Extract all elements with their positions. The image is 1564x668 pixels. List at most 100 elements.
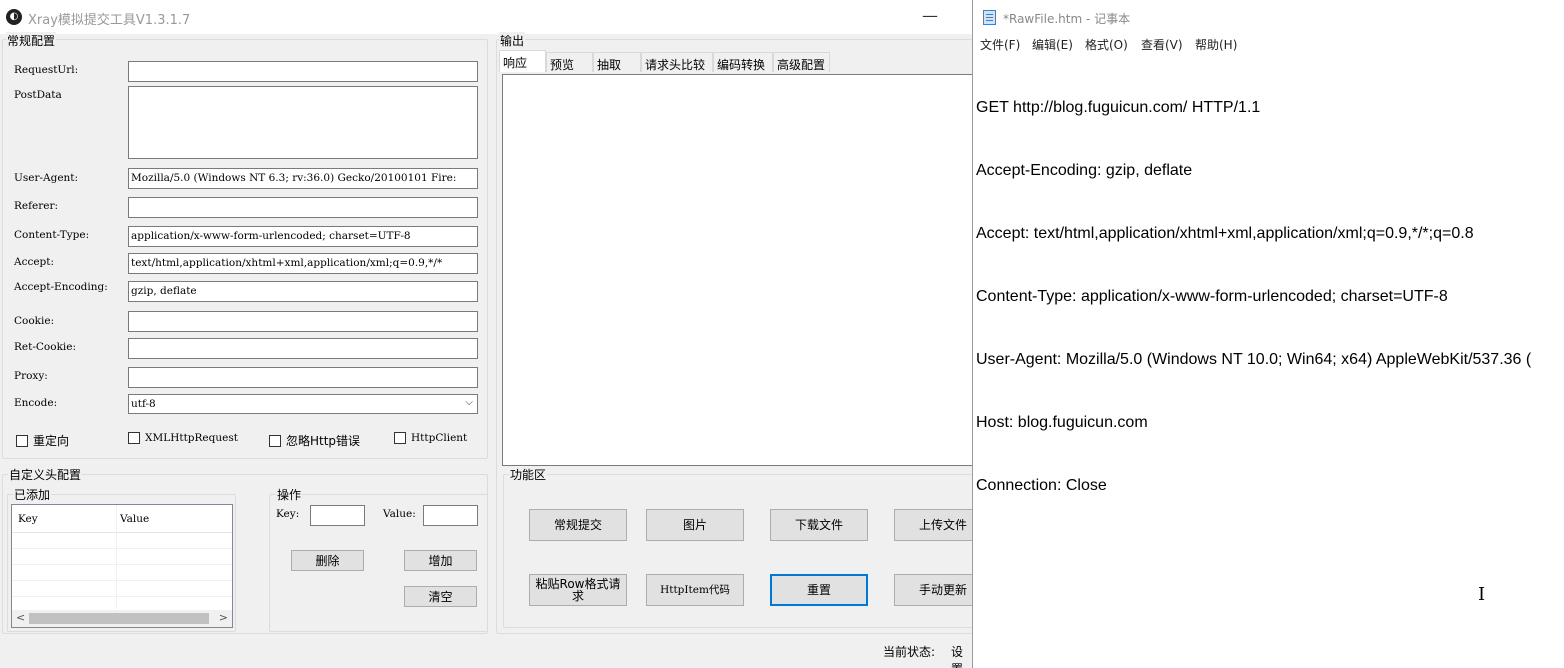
- reset-button[interactable]: 重置: [770, 574, 868, 606]
- status-value: 设置: [951, 645, 964, 668]
- response-output-textarea[interactable]: [502, 74, 972, 466]
- scroll-right-icon[interactable]: >: [219, 611, 228, 624]
- clear-button[interactable]: 清空: [404, 586, 477, 607]
- encode-label: Encode:: [14, 397, 58, 409]
- tab-preview[interactable]: 预览: [546, 52, 593, 72]
- ret-cookie-label: Ret-Cookie:: [14, 341, 77, 353]
- editor-line: Connection: Close: [976, 477, 1107, 494]
- httpclient-checkbox-label: HttpClient: [411, 432, 468, 444]
- status-label: 当前状态:: [883, 645, 936, 659]
- add-button[interactable]: 增加: [404, 550, 477, 571]
- checkbox-box[interactable]: [128, 432, 140, 444]
- menu-format[interactable]: 格式(O): [1085, 36, 1128, 53]
- ret-cookie-input[interactable]: [128, 338, 478, 359]
- tab-extract[interactable]: 抽取: [593, 52, 641, 72]
- cookie-input[interactable]: [128, 311, 478, 332]
- editor-line: Host: blog.fuguicun.com: [976, 414, 1148, 431]
- paste-raw-request-button[interactable]: 粘贴Row格式请求: [529, 574, 627, 606]
- proxy-label: Proxy:: [14, 370, 48, 382]
- post-data-label: PostData: [14, 89, 62, 101]
- httpclient-checkbox[interactable]: HttpClient: [394, 432, 467, 444]
- delete-button[interactable]: 删除: [291, 550, 364, 571]
- menu-help[interactable]: 帮助(H): [1195, 36, 1237, 53]
- key-label: Key:: [276, 508, 300, 520]
- notepad-editor[interactable]: GET http://blog.fuguicun.com/ HTTP/1.1 A…: [976, 55, 1564, 668]
- xray-window: ◐ Xray模拟提交工具V1.3.1.7 — 常规配置 RequestUrl: …: [0, 0, 972, 668]
- download-file-button[interactable]: 下载文件: [770, 509, 868, 541]
- function-area-label: 功能区: [509, 466, 548, 483]
- list-row[interactable]: [12, 565, 232, 581]
- accept-label: Accept:: [14, 256, 55, 268]
- user-agent-label: User-Agent:: [14, 172, 79, 184]
- menu-view[interactable]: 查看(V): [1141, 36, 1183, 53]
- redirect-checkbox-label: 重定向: [33, 434, 70, 448]
- horizontal-scrollbar[interactable]: < >: [12, 610, 232, 627]
- list-row[interactable]: [12, 581, 232, 597]
- notepad-titlebar[interactable]: *RawFile.htm - 记事本: [973, 0, 1564, 34]
- text-cursor-icon: I: [1478, 584, 1486, 605]
- content-type-input[interactable]: application/x-www-form-urlencoded; chars…: [128, 226, 478, 247]
- output-label: 输出: [499, 32, 526, 49]
- key-input[interactable]: [310, 505, 365, 526]
- httpitem-code-button[interactable]: HttpItem代码: [646, 574, 744, 606]
- menu-edit[interactable]: 编辑(E): [1032, 36, 1073, 53]
- list-row[interactable]: [12, 549, 232, 565]
- accept-encoding-label: Accept-Encoding:: [14, 281, 108, 293]
- user-agent-input[interactable]: Mozilla/5.0 (Windows NT 6.3; rv:36.0) Ge…: [128, 168, 478, 189]
- checkbox-box[interactable]: [269, 434, 281, 447]
- editor-line: User-Agent: Mozilla/5.0 (Windows NT 10.0…: [976, 351, 1532, 368]
- editor-line: Accept: text/html,application/xhtml+xml,…: [976, 225, 1474, 242]
- notepad-icon: [983, 10, 996, 25]
- scrollbar-thumb[interactable]: [29, 613, 209, 624]
- ignore-http-error-checkbox[interactable]: 忽略Http错误: [269, 432, 360, 449]
- request-url-label: RequestUrl:: [14, 64, 79, 76]
- ignore-http-error-checkbox-label: 忽略Http错误: [286, 434, 361, 448]
- accept-input[interactable]: text/html,application/xhtml+xml,applicat…: [128, 253, 478, 274]
- operations-label: 操作: [276, 486, 303, 503]
- tab-advanced-config[interactable]: 高级配置: [773, 52, 830, 72]
- manual-update-button[interactable]: 手动更新: [894, 574, 972, 606]
- menu-file[interactable]: 文件(F): [980, 36, 1020, 53]
- value-input[interactable]: [423, 505, 478, 526]
- cookie-label: Cookie:: [14, 315, 55, 327]
- value-label: Value:: [383, 508, 416, 520]
- editor-line: Accept-Encoding: gzip, deflate: [976, 162, 1193, 179]
- headers-list[interactable]: Key Value < >: [11, 504, 233, 628]
- editor-line: Content-Type: application/x-www-form-url…: [976, 288, 1448, 305]
- content-type-label: Content-Type:: [14, 229, 90, 241]
- list-header: Key Value: [12, 505, 232, 533]
- xmlhttprequest-checkbox[interactable]: XMLHttpRequest: [128, 432, 238, 444]
- xray-titlebar[interactable]: ◐ Xray模拟提交工具V1.3.1.7 —: [0, 0, 972, 34]
- window-title: Xray模拟提交工具V1.3.1.7: [28, 13, 191, 28]
- added-headers-label: 已添加: [13, 486, 52, 503]
- custom-headers-label: 自定义头配置: [8, 466, 83, 483]
- tab-response[interactable]: 响应: [499, 50, 546, 72]
- referer-label: Referer:: [14, 200, 59, 212]
- referer-input[interactable]: [128, 197, 478, 218]
- encode-select[interactable]: utf-8 ⌵: [128, 394, 478, 414]
- scroll-left-icon[interactable]: <: [16, 611, 25, 624]
- image-button[interactable]: 图片: [646, 509, 744, 541]
- column-header-value[interactable]: Value: [120, 513, 149, 525]
- checkbox-box[interactable]: [16, 434, 28, 447]
- request-url-input[interactable]: [128, 61, 478, 82]
- xmlhttprequest-checkbox-label: XMLHttpRequest: [145, 432, 238, 444]
- notepad-menubar: 文件(F) 编辑(E) 格式(O) 查看(V) 帮助(H): [973, 34, 1564, 54]
- chevron-down-icon[interactable]: ⌵: [465, 397, 473, 408]
- proxy-input[interactable]: [128, 367, 478, 388]
- normal-submit-button[interactable]: 常规提交: [529, 509, 627, 541]
- notepad-title: *RawFile.htm - 记事本: [1003, 12, 1131, 26]
- post-data-textarea[interactable]: [128, 86, 478, 159]
- tab-encode-convert[interactable]: 编码转换: [713, 52, 773, 72]
- upload-file-button[interactable]: 上传文件: [894, 509, 972, 541]
- list-row[interactable]: [12, 533, 232, 549]
- editor-line: GET http://blog.fuguicun.com/ HTTP/1.1: [976, 99, 1261, 116]
- minimize-button[interactable]: —: [918, 6, 942, 26]
- checkbox-box[interactable]: [394, 432, 406, 444]
- encode-selected-value: utf-8: [131, 398, 156, 410]
- app-logo-icon: ◐: [6, 9, 22, 25]
- tab-header-compare[interactable]: 请求头比较: [641, 52, 713, 72]
- accept-encoding-input[interactable]: gzip, deflate: [128, 281, 478, 302]
- redirect-checkbox[interactable]: 重定向: [16, 432, 69, 449]
- column-header-key[interactable]: Key: [18, 513, 38, 525]
